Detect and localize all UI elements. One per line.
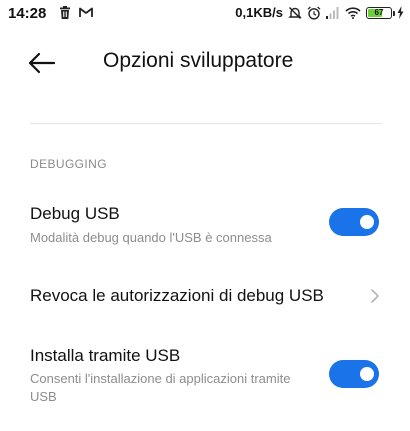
- signal-icon: [326, 6, 339, 19]
- toggle-knob: [360, 367, 374, 381]
- battery-level: 67: [374, 7, 384, 17]
- header-divider: [30, 123, 382, 124]
- status-icons: 0,1KB/s 67: [235, 5, 404, 20]
- setting-title: Debug USB: [30, 204, 120, 223]
- status-bar: 14:28 0,1KB/s 67: [0, 0, 410, 26]
- section-header-debugging: DEBUGGING: [30, 157, 107, 171]
- toggle-knob: [360, 215, 374, 229]
- alarm-icon: [307, 6, 321, 20]
- battery-icon: 67: [366, 6, 395, 19]
- wifi-icon: [345, 6, 361, 19]
- app-header: Opzioni sviluppatore: [0, 40, 410, 86]
- notification-icons: [59, 6, 93, 19]
- status-time: 14:28: [8, 5, 47, 22]
- gmail-icon: [79, 7, 93, 17]
- trash-icon: [60, 6, 70, 19]
- debug-usb-toggle[interactable]: [329, 208, 379, 236]
- back-arrow-icon[interactable]: [27, 50, 57, 76]
- setting-debug-usb[interactable]: Debug USB Modalità debug quando l'USB è …: [0, 196, 410, 256]
- page-title: Opzioni sviluppatore: [103, 49, 294, 72]
- charging-icon: [397, 6, 404, 19]
- setting-title: Revoca le autorizzazioni di debug USB: [30, 286, 324, 305]
- setting-install-via-usb[interactable]: Installa tramite USB Consenti l'installa…: [0, 338, 410, 418]
- setting-title: Installa tramite USB: [30, 346, 181, 365]
- install-via-usb-toggle[interactable]: [329, 360, 379, 388]
- setting-revoke-usb-auth[interactable]: Revoca le autorizzazioni di debug USB: [0, 278, 410, 316]
- chevron-right-icon: [371, 289, 379, 303]
- setting-subtitle: Modalità debug quando l'USB è connessa: [30, 230, 272, 245]
- mute-icon: [288, 6, 302, 19]
- setting-subtitle: Consenti l'installazione di applicazioni…: [30, 371, 291, 404]
- network-speed: 0,1KB/s: [235, 5, 283, 20]
